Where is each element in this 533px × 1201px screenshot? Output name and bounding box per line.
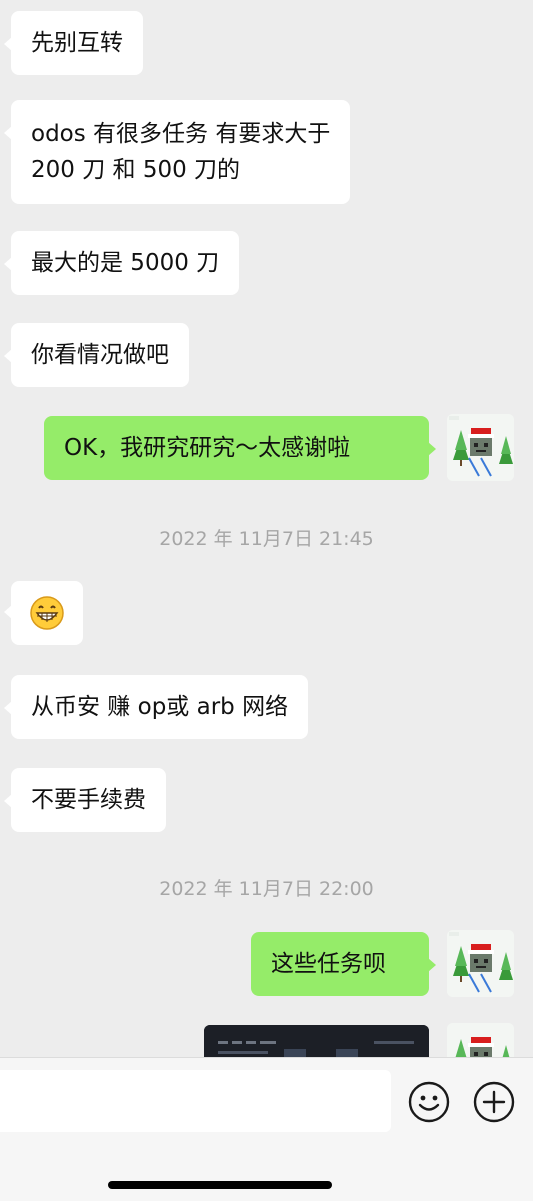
emoji-button[interactable] — [408, 1081, 450, 1123]
chat-area: 先别互转 odos 有很多任务 有要求大于 200 刀 和 500 刀的 最大的… — [0, 0, 533, 1058]
timestamp: 2022 年 11月7日 22:00 — [159, 878, 374, 900]
message-bubble-incoming[interactable]: 最大的是 5000 刀 — [3, 231, 240, 295]
message-text: 从币安 赚 op或 arb 网络 — [31, 694, 289, 720]
message-text: OK，我研究研究～太感谢啦 — [64, 435, 351, 461]
image-message[interactable] — [204, 1025, 429, 1058]
message-bubble-incoming[interactable]: 先别互转 — [4, 11, 143, 75]
plus-icon — [473, 1081, 515, 1123]
pixel-avatar-icon — [447, 414, 514, 481]
pixel-avatar-icon — [447, 930, 514, 997]
message-bubble-outgoing[interactable]: OK，我研究研究～太感谢啦 — [44, 416, 436, 480]
home-indicator[interactable] — [108, 1181, 332, 1189]
message-text-line: 200 刀 和 500 刀的 — [31, 157, 241, 183]
message-text: 最大的是 5000 刀 — [31, 250, 220, 276]
timestamp: 2022 年 11月7日 21:45 — [159, 528, 374, 550]
message-bubble-outgoing[interactable]: 这些任务呗 — [251, 932, 436, 996]
screenshot-thumbnail-icon — [204, 1025, 429, 1058]
message-bubble-incoming[interactable] — [4, 581, 83, 645]
avatar[interactable] — [447, 1023, 514, 1058]
grinning-face-icon — [30, 596, 64, 630]
emoji-icon — [408, 1081, 450, 1123]
message-text: 这些任务呗 — [271, 951, 386, 977]
input-bar — [0, 1057, 533, 1201]
message-text-line: odos 有很多任务 有要求大于 — [31, 121, 331, 147]
message-text: 你看情况做吧 — [31, 342, 169, 368]
plus-button[interactable] — [473, 1081, 515, 1123]
message-bubble-incoming[interactable]: 从币安 赚 op或 arb 网络 — [3, 675, 309, 739]
message-bubble-incoming[interactable]: odos 有很多任务 有要求大于 200 刀 和 500 刀的 — [3, 100, 351, 204]
message-text: 不要手续费 — [31, 787, 146, 813]
pixel-avatar-icon — [447, 1023, 514, 1058]
avatar[interactable] — [447, 930, 514, 997]
message-bubble-incoming[interactable]: 不要手续费 — [4, 768, 166, 832]
message-input[interactable] — [0, 1070, 391, 1132]
avatar[interactable] — [447, 414, 514, 481]
message-text: 先别互转 — [31, 30, 123, 56]
message-bubble-incoming[interactable]: 你看情况做吧 — [4, 323, 189, 387]
